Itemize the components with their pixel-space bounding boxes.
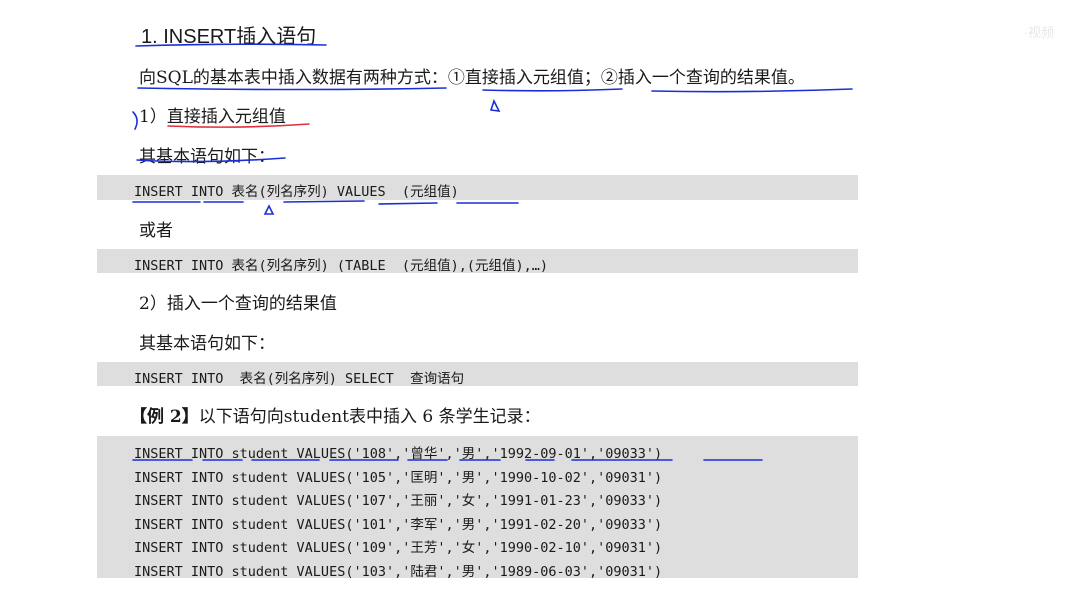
or-text: 或者 <box>139 221 173 241</box>
example-text: 以下语句向student表中插入 6 条学生记录： <box>198 407 541 427</box>
syntax1-code: INSERT INTO 表名(列名序列) VALUES (元组值) <box>134 184 459 200</box>
intro-text: 向SQL的基本表中插入数据有两种方式：①直接插入元组值；②插入一个查询的结果值。 <box>139 68 805 88</box>
example-heading: 【例 2】以下语句向student表中插入 6 条学生记录： <box>130 402 541 427</box>
example-line-1: INSERT INTO student VALUES('108','曾华','男… <box>134 446 663 462</box>
syntax1-underline-values <box>378 202 438 205</box>
delta-mark-1 <box>489 98 501 112</box>
example-line-4: INSERT INTO student VALUES('101','李军','男… <box>134 516 663 533</box>
intro-underline-left <box>137 87 447 91</box>
section2-heading: 2）插入一个查询的结果值 <box>139 294 337 314</box>
page-title: 1. INSERT插入语句 <box>141 26 317 48</box>
example-line-5: INSERT INTO student VALUES('109','王芳','女… <box>134 540 663 556</box>
example-label: 【例 2】 <box>130 407 199 427</box>
delta-mark-2 <box>263 204 275 215</box>
intro-underline-right <box>651 88 853 93</box>
section1-bracket <box>132 111 138 130</box>
section2-syntax-intro: 其基本语句如下： <box>139 334 275 354</box>
syntax1-underline-cols <box>283 200 365 203</box>
section1-heading: 1）直接插入元组值 <box>139 107 286 127</box>
example-line-3: INSERT INTO student VALUES('107','王丽','女… <box>134 493 663 509</box>
example-line-2: INSERT INTO student VALUES('105','匡明','男… <box>134 469 663 486</box>
watermark: ·视频 <box>1023 25 1054 40</box>
example-line-6: INSERT INTO student VALUES('103','陆君','男… <box>134 563 663 580</box>
syntax2-code: INSERT INTO 表名(列名序列) (TABLE (元组值),(元组值),… <box>134 258 548 274</box>
syntax3-code: INSERT INTO 表名(列名序列) SELECT 查询语句 <box>134 371 465 387</box>
intro-underline-mid <box>482 88 623 92</box>
section1-syntax-intro: 其基本语句如下： <box>139 147 275 167</box>
